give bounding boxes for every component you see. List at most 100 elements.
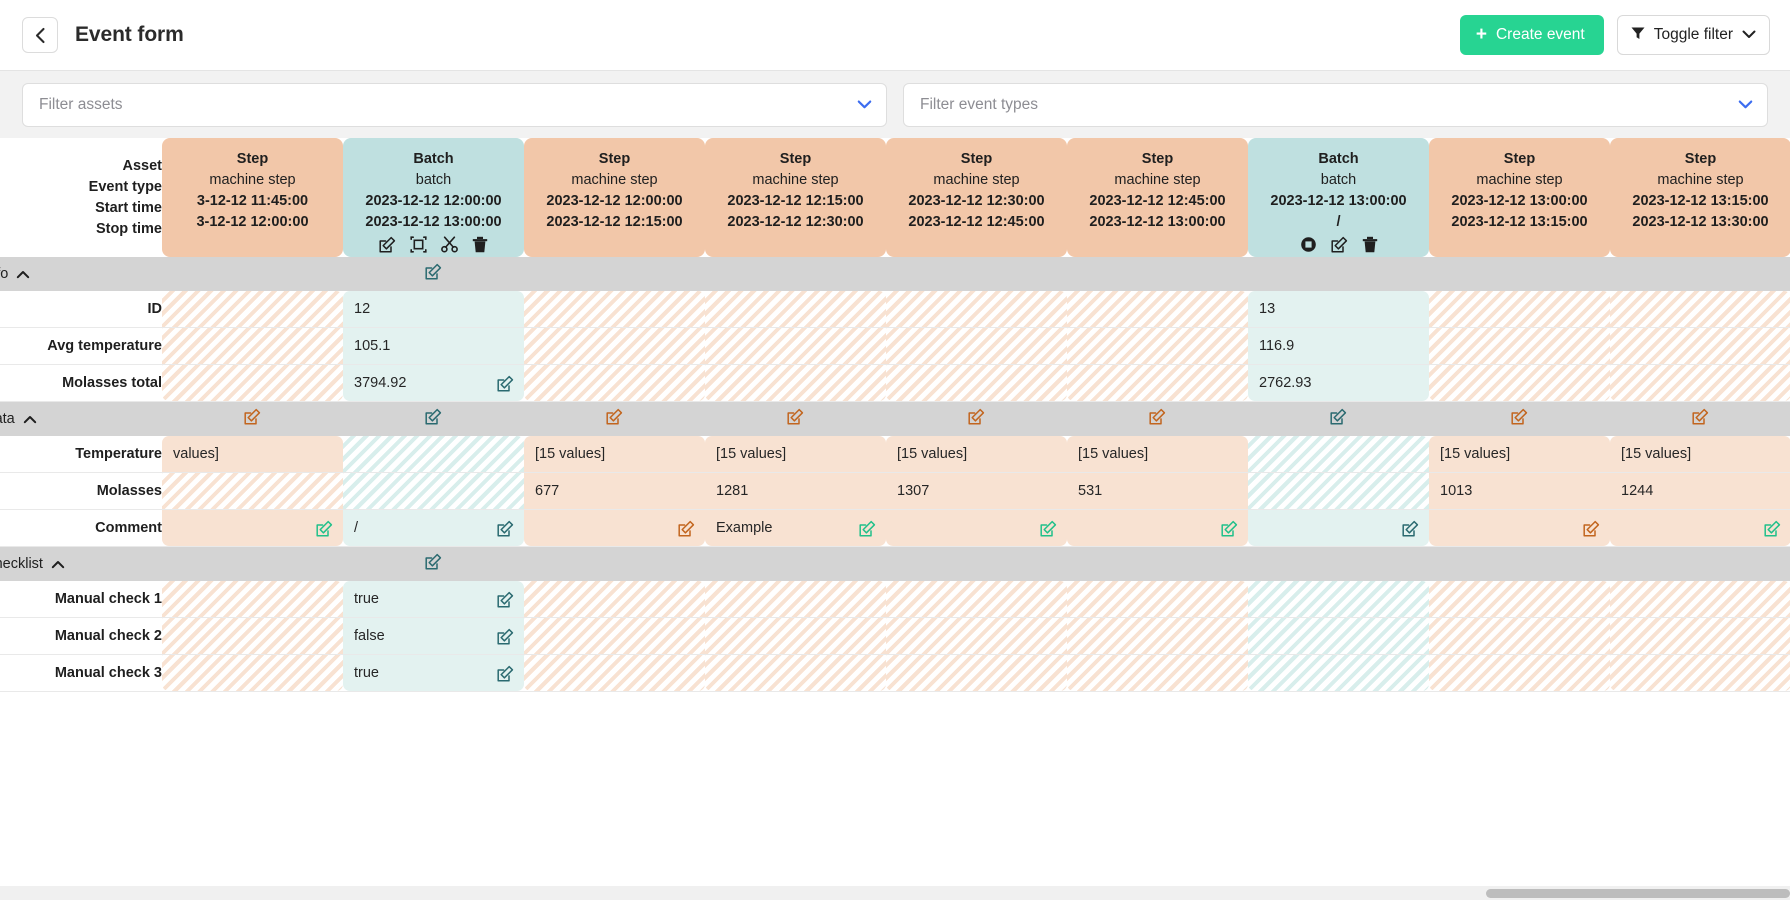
edit-icon-green[interactable]: [859, 520, 876, 537]
column-header-card[interactable]: Step machine step 2023-12-12 12:30:00 2023-…: [886, 138, 1067, 257]
column-header-card[interactable]: Batch batch 2023-12-12 12:00:00 2023-12-12 …: [343, 138, 524, 257]
table-cell[interactable]: [15 values]: [705, 436, 886, 473]
table-cell[interactable]: 1307: [886, 473, 1067, 510]
edit-icon-teal[interactable]: [497, 375, 514, 392]
edit-icon-green[interactable]: [1764, 520, 1781, 537]
table-cell[interactable]: [15 values]: [1067, 436, 1248, 473]
filter-assets-select[interactable]: Filter assets: [22, 82, 887, 127]
stop-icon[interactable]: [1300, 236, 1317, 253]
column-header-7[interactable]: Batch batch 2023-12-12 13:00:00 /: [1248, 138, 1429, 257]
table-cell[interactable]: 12: [343, 291, 524, 328]
table-cell[interactable]: [1248, 510, 1429, 547]
trash-icon[interactable]: [472, 236, 488, 253]
table-cell[interactable]: 2762.93: [1248, 365, 1429, 402]
section-toggle[interactable]: 1. Info: [0, 266, 162, 282]
chevron-up-icon[interactable]: [23, 413, 37, 427]
table-cell[interactable]: [1429, 510, 1610, 547]
filter-event-types-select[interactable]: Filter event types: [903, 82, 1768, 127]
column-header-3[interactable]: Step machine step 2023-12-12 12:00:00 2023-…: [524, 138, 705, 257]
edit-icon-orange[interactable]: [1511, 408, 1528, 430]
create-event-button[interactable]: + Create event: [1459, 15, 1604, 55]
table-cell[interactable]: values]: [162, 436, 343, 473]
edit-icon-teal[interactable]: [425, 408, 442, 430]
edit-icon[interactable]: [1330, 236, 1348, 253]
column-header-1[interactable]: Step machine step 3-12-12 11:45:00 3-12-12 …: [162, 138, 343, 257]
table-cell[interactable]: 677: [524, 473, 705, 510]
chevron-up-icon[interactable]: [16, 268, 30, 282]
table-cell[interactable]: 13: [1248, 291, 1429, 328]
table-cell[interactable]: [15 values]: [524, 436, 705, 473]
column-header-6[interactable]: Step machine step 2023-12-12 12:45:00 2023-…: [1067, 138, 1248, 257]
edit-icon-green[interactable]: [1040, 520, 1057, 537]
table-cell[interactable]: true: [343, 655, 524, 692]
edit-icon-orange[interactable]: [1149, 408, 1166, 430]
edit-icon-teal[interactable]: [1330, 408, 1347, 430]
table-cell[interactable]: [15 values]: [1610, 436, 1790, 473]
edit-icon-teal[interactable]: [497, 665, 514, 682]
column-header-9[interactable]: Step machine step 2023-12-12 13:15:00 2023-…: [1610, 138, 1790, 257]
edit-icon-orange[interactable]: [968, 408, 985, 430]
section-edit-cell[interactable]: [162, 402, 343, 436]
edit-icon-green[interactable]: [316, 520, 333, 537]
trash-icon[interactable]: [1362, 236, 1378, 253]
edit-icon-teal[interactable]: [425, 263, 442, 285]
column-header-card[interactable]: Step machine step 2023-12-12 12:45:00 2023-…: [1067, 138, 1248, 257]
column-header-8[interactable]: Step machine step 2023-12-12 13:00:00 2023-…: [1429, 138, 1610, 257]
section-title-cell[interactable]: 1. Info: [0, 257, 162, 291]
section-toggle[interactable]: 3. Checklist: [0, 556, 162, 572]
section-edit-cell[interactable]: [524, 402, 705, 436]
section-edit-cell[interactable]: [343, 547, 524, 581]
section-edit-cell[interactable]: [886, 402, 1067, 436]
table-cell[interactable]: 116.9: [1248, 328, 1429, 365]
table-cell[interactable]: [1067, 510, 1248, 547]
table-cell[interactable]: [15 values]: [1429, 436, 1610, 473]
horizontal-scrollbar[interactable]: [0, 886, 1790, 900]
table-cell[interactable]: 1244: [1610, 473, 1790, 510]
table-cell[interactable]: 3794.92: [343, 365, 524, 402]
section-title-cell[interactable]: 2. Data: [0, 402, 162, 436]
column-header-card[interactable]: Step machine step 2023-12-12 12:00:00 2023-…: [524, 138, 705, 257]
edit-icon-orange[interactable]: [244, 408, 261, 430]
table-cell[interactable]: false: [343, 618, 524, 655]
column-header-card[interactable]: Step machine step 3-12-12 11:45:00 3-12-12 …: [162, 138, 343, 257]
table-cell[interactable]: 1013: [1429, 473, 1610, 510]
edit-icon-orange[interactable]: [1692, 408, 1709, 430]
table-cell[interactable]: Example: [705, 510, 886, 547]
section-title-cell[interactable]: 3. Checklist: [0, 547, 162, 581]
edit-icon-orange[interactable]: [606, 408, 623, 430]
edit-icon[interactable]: [379, 236, 396, 253]
column-header-4[interactable]: Step machine step 2023-12-12 12:15:00 2023-…: [705, 138, 886, 257]
toggle-filter-button[interactable]: Toggle filter: [1616, 15, 1770, 55]
table-cell[interactable]: [886, 510, 1067, 547]
edit-icon-orange[interactable]: [1583, 520, 1600, 537]
edit-icon-teal[interactable]: [1402, 520, 1419, 537]
table-cell[interactable]: [524, 510, 705, 547]
section-edit-cell[interactable]: [343, 402, 524, 436]
scissors-icon[interactable]: [441, 236, 458, 253]
back-button[interactable]: [22, 17, 58, 53]
section-toggle[interactable]: 2. Data: [0, 411, 162, 427]
section-edit-cell[interactable]: [1610, 402, 1790, 436]
column-header-card[interactable]: Batch batch 2023-12-12 13:00:00 /: [1248, 138, 1429, 257]
scrollbar-thumb[interactable]: [1485, 889, 1790, 898]
table-cell[interactable]: [1610, 510, 1790, 547]
edit-icon-orange[interactable]: [678, 520, 695, 537]
table-cell[interactable]: 105.1: [343, 328, 524, 365]
column-header-card[interactable]: Step machine step 2023-12-12 13:00:00 2023-…: [1429, 138, 1610, 257]
edit-icon-teal[interactable]: [497, 520, 514, 537]
column-header-card[interactable]: Step machine step 2023-12-12 12:15:00 2023-…: [705, 138, 886, 257]
table-cell[interactable]: true: [343, 581, 524, 618]
frame-icon[interactable]: [410, 236, 427, 253]
section-edit-cell[interactable]: [343, 257, 524, 291]
edit-icon-orange[interactable]: [787, 408, 804, 430]
section-edit-cell[interactable]: [705, 402, 886, 436]
column-header-2[interactable]: Batch batch 2023-12-12 12:00:00 2023-12-12 …: [343, 138, 524, 257]
edit-icon-teal[interactable]: [425, 553, 442, 575]
section-edit-cell[interactable]: [1067, 402, 1248, 436]
column-header-card[interactable]: Step machine step 2023-12-12 13:15:00 2023-…: [1610, 138, 1790, 257]
table-cell[interactable]: 1281: [705, 473, 886, 510]
table-cell[interactable]: [15 values]: [886, 436, 1067, 473]
edit-icon-teal[interactable]: [497, 591, 514, 608]
table-cell[interactable]: /: [343, 510, 524, 547]
edit-icon-teal[interactable]: [497, 628, 514, 645]
